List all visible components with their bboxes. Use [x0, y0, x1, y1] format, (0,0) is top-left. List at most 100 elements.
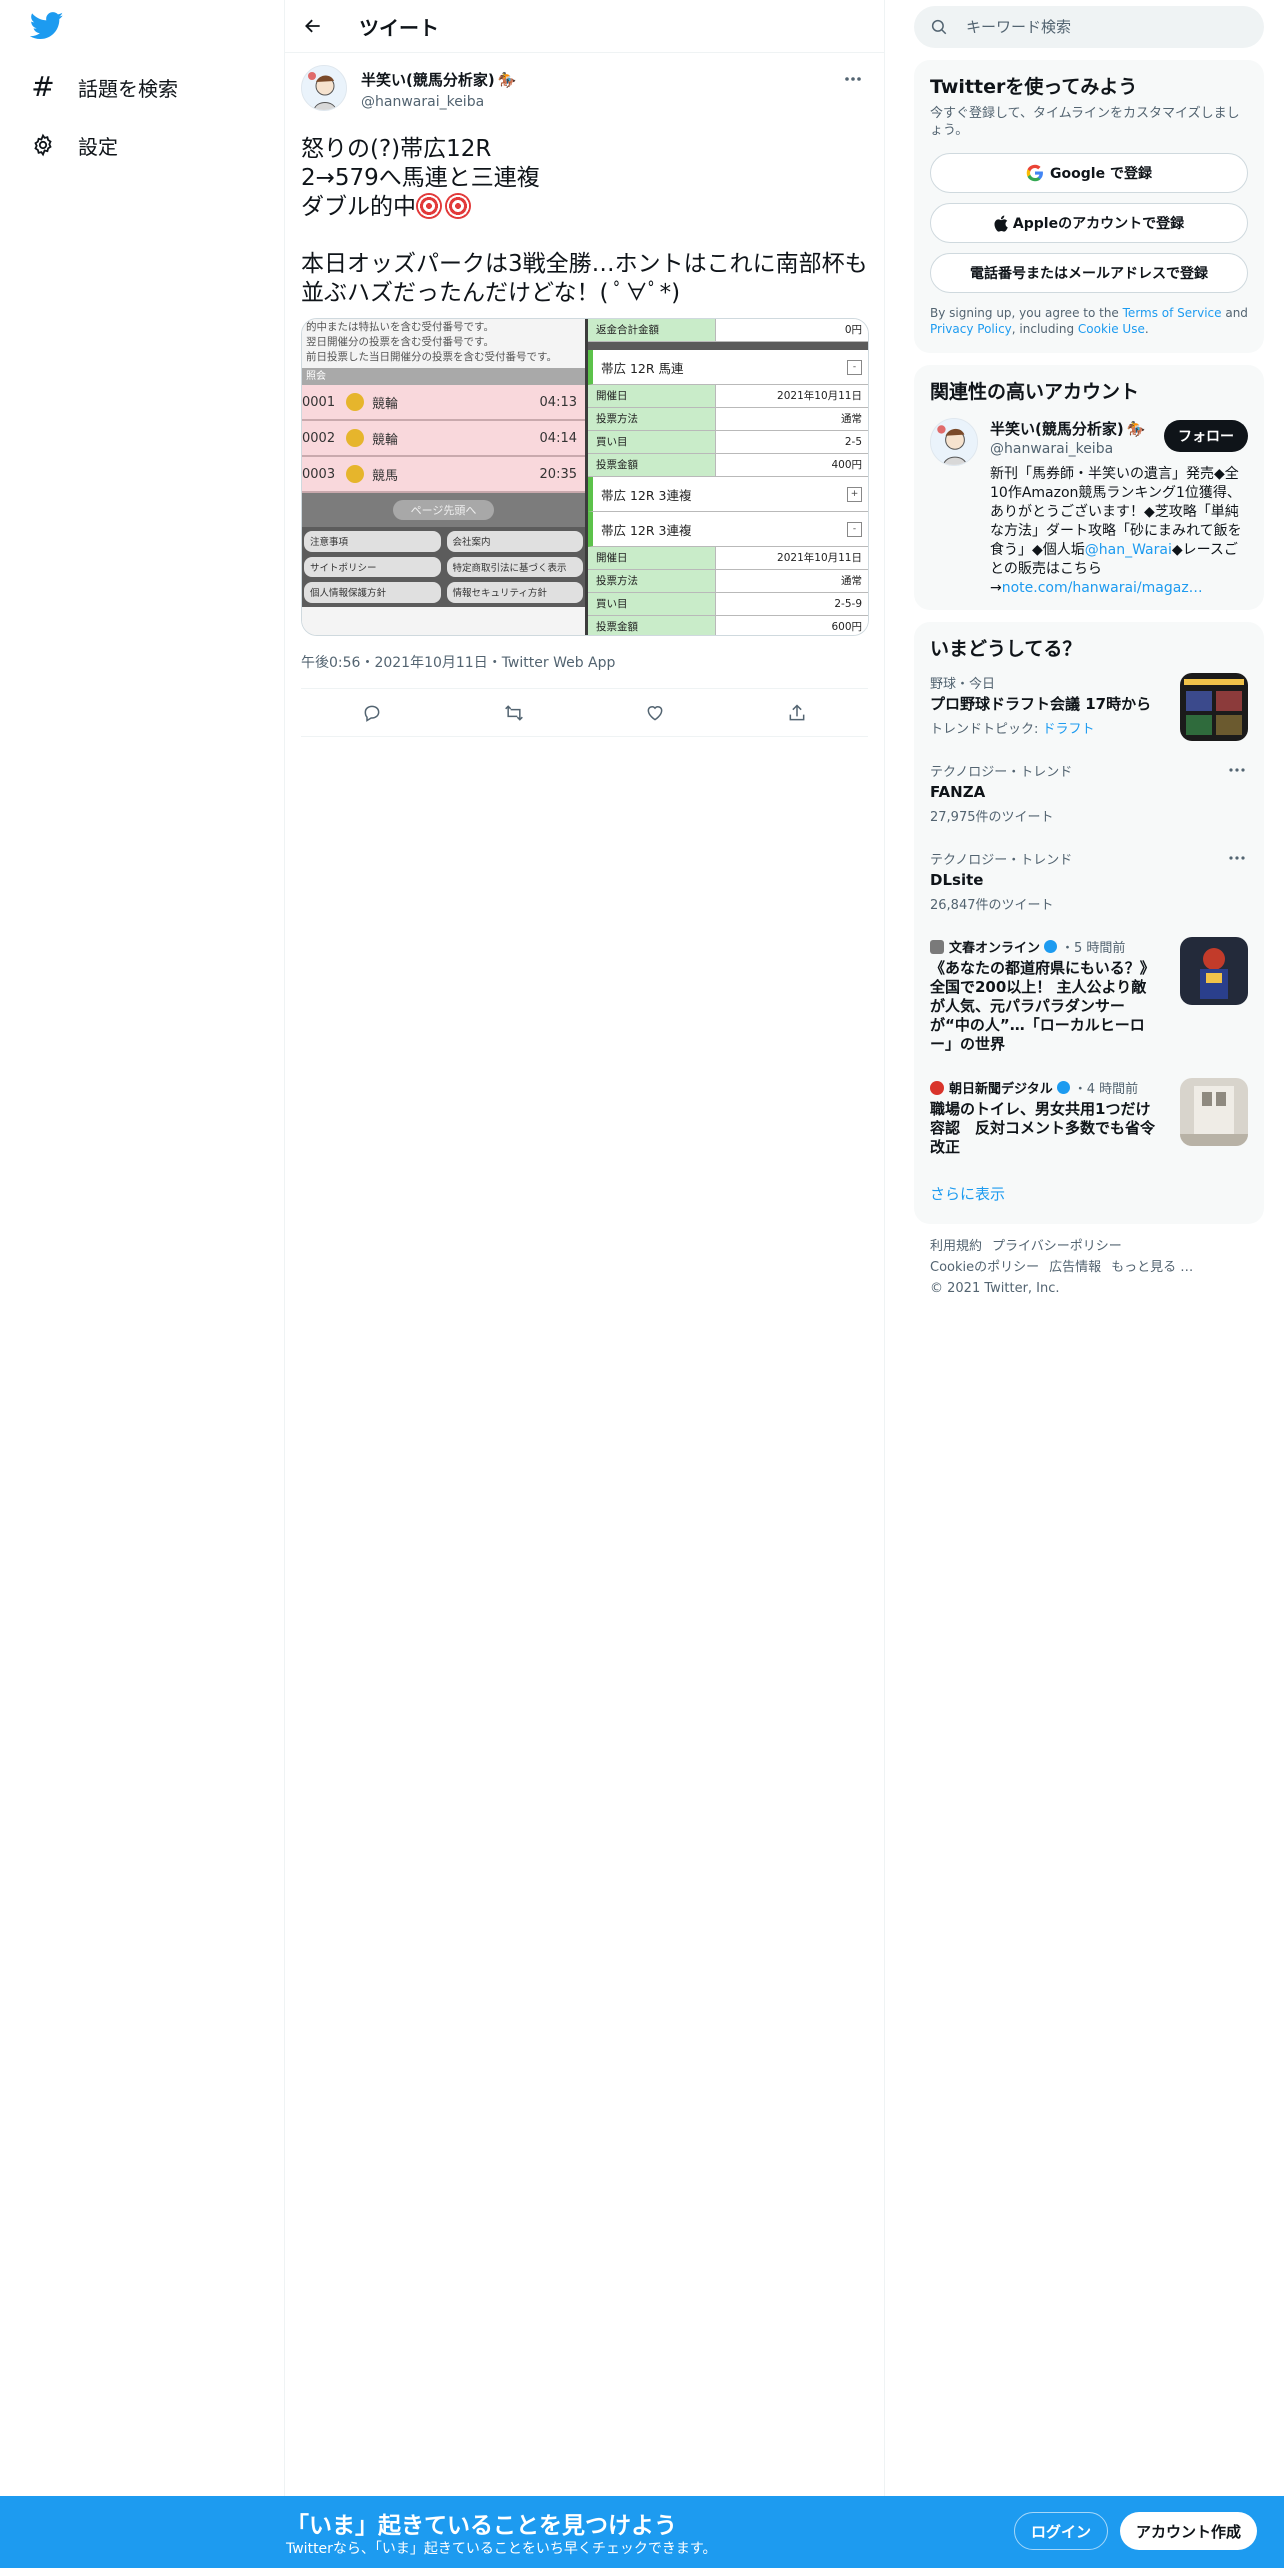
- signup-panel: Twitterを使ってみよう 今すぐ登録して、タイムラインをカスタマイズしましょ…: [914, 60, 1264, 353]
- medal-icon: [346, 465, 364, 483]
- bio-mention-link[interactable]: @han_Warai: [1085, 542, 1172, 558]
- media-block-header: 帯広 12R 馬連 -: [588, 350, 868, 385]
- media-table-row: 買い目 2-5-9: [588, 593, 868, 616]
- create-account-button[interactable]: アカウント作成: [1120, 2512, 1258, 2550]
- related-title: 関連性の高いアカウント: [930, 381, 1140, 403]
- trend-topic-link[interactable]: ドラフト: [1043, 722, 1095, 737]
- reply-button[interactable]: [354, 695, 390, 731]
- author-name[interactable]: 半笑い(競馬分析家) 🏇: [361, 69, 516, 90]
- bottom-bar-title: 「いま」起きていることを見つけよう: [286, 2513, 677, 2539]
- tweet-line: 怒りの(?)帯広12R: [301, 136, 492, 162]
- trend-item[interactable]: テクノロジー・トレンド DLsite 26,847件のツイート: [914, 837, 1264, 925]
- footer-link[interactable]: もっと見る …: [1111, 1260, 1193, 1275]
- trend-item[interactable]: 野球・今日 プロ野球ドラフト会議 17時から トレンドトピック: ドラフト: [914, 661, 1264, 749]
- nav-item-label: 設定: [78, 134, 118, 159]
- media-list-row: 0001 競輪 04:13: [302, 385, 585, 421]
- news-item[interactable]: 文春オンライン ・5 時間前 《あなたの都道府県にもいる？》全国で200以上！ 主…: [914, 925, 1264, 1066]
- signup-subtitle: 今すぐ登録して、タイムラインをカスタマイズしましょう。: [930, 106, 1240, 138]
- avatar[interactable]: [301, 65, 347, 111]
- media-table-row: 買い目 2-5: [588, 431, 868, 454]
- tweet-line: 2→579へ馬連と三連複: [301, 165, 540, 191]
- related-account[interactable]: 半笑い(競馬分析家) 🏇 @hanwarai_keiba 新刊「馬券師・半笑いの遺…: [914, 404, 1264, 598]
- media-section-bar: 照会: [302, 368, 585, 385]
- copyright: © 2021 Twitter, Inc.: [930, 1281, 1060, 1296]
- search-input[interactable]: [966, 18, 1226, 36]
- hashtag-icon: #: [31, 70, 55, 103]
- footer-link[interactable]: 利用規約: [930, 1239, 982, 1254]
- privacy-link[interactable]: Privacy Policy: [930, 322, 1012, 336]
- trend-title: FANZA: [930, 783, 986, 801]
- media-screenshot-left: 的中または特払いを含む受付番号です。 翌日開催分の投票を含む受付番号です。 前日…: [302, 319, 588, 635]
- avatar[interactable]: [930, 418, 978, 466]
- arrow-left-icon: [305, 19, 320, 33]
- search-icon: [931, 19, 947, 35]
- more-icon: [845, 77, 861, 81]
- google-signup-button[interactable]: Google で登録: [930, 153, 1248, 193]
- news-thumbnail: [1180, 937, 1248, 1005]
- nav-item-label: 話題を検索: [78, 76, 178, 101]
- like-button[interactable]: [637, 695, 673, 731]
- tweet-timestamp[interactable]: 午後0:56・2021年10月11日・Twitter Web App: [301, 652, 868, 689]
- media-list-row: 0003 競馬 20:35: [302, 457, 585, 493]
- media-table-row: 投票方法 通常: [588, 408, 868, 431]
- trend-category: テクノロジー・トレンド: [930, 765, 1073, 780]
- twitter-logo-icon[interactable]: [29, 12, 70, 46]
- more-icon[interactable]: [1226, 849, 1248, 867]
- more-options-button[interactable]: [838, 67, 868, 91]
- horse-emoji-icon: 🏇: [1126, 419, 1146, 438]
- tweet-media[interactable]: 的中または特払いを含む受付番号です。 翌日開催分の投票を含む受付番号です。 前日…: [301, 318, 869, 636]
- signup-title: Twitterを使ってみよう: [930, 76, 1138, 98]
- verified-badge-icon: [1044, 940, 1058, 953]
- nav-item-settings[interactable]: 設定: [30, 125, 118, 165]
- trends-panel: いまどうしてる？ 野球・今日 プロ野球ドラフト会議 17時から トレンドトピック…: [914, 622, 1264, 1224]
- trend-title: DLsite: [930, 871, 984, 889]
- tweet-author: 半笑い(競馬分析家) 🏇 @hanwarai_keiba: [301, 65, 868, 123]
- heart-icon: [647, 705, 663, 721]
- footer-link[interactable]: Cookieのポリシー: [930, 1260, 1039, 1275]
- media-table-row: 投票金額 400円: [588, 454, 868, 477]
- cookie-link[interactable]: Cookie Use: [1078, 322, 1145, 336]
- main-column: ツイート 半笑い(競馬分析家) 🏇 @hanwarai_keiba 怒りの(?)帯…: [285, 0, 885, 2568]
- media-note: 翌日開催分の投票を含む受付番号です。: [306, 336, 494, 348]
- media-table-row: 投票金額 600円: [588, 616, 868, 635]
- retweet-button[interactable]: [496, 695, 532, 731]
- medal-icon: [346, 429, 364, 447]
- follow-button[interactable]: フォロー: [1164, 420, 1248, 452]
- share-icon: [789, 703, 805, 720]
- media-note: 的中または特払いを含む受付番号です。: [306, 321, 494, 333]
- trend-count: 27,975件のツイート: [930, 810, 1054, 825]
- main-header: ツイート: [285, 0, 884, 53]
- search-box[interactable]: [914, 6, 1264, 48]
- news-thumbnail: [1180, 1078, 1248, 1146]
- back-button[interactable]: [295, 8, 331, 44]
- nav-item-explore[interactable]: # 話題を検索: [30, 67, 178, 107]
- signup-legal-text: By signing up, you agree to the Terms of…: [930, 306, 1248, 336]
- share-button[interactable]: [779, 695, 815, 731]
- bullseye-emoji-icon: [416, 193, 442, 219]
- media-pager: ページ先頭へ: [302, 493, 585, 527]
- media-table-row: 開催日 2021年10月11日: [588, 547, 868, 570]
- tweet-line: 本日オッズパークは3戦全勝…ホントはこれに南部杯も並ぶハズだったんだけどな！( …: [301, 251, 868, 306]
- terms-link[interactable]: Terms of Service: [1123, 306, 1222, 320]
- media-footer-links: 注意事項 会社案内 サイトポリシー 特定商取引法に基づく表示 個人情報保護方針 …: [302, 527, 585, 607]
- gear-icon: [30, 132, 56, 158]
- news-item[interactable]: 朝日新聞デジタル ・4 時間前 職場のトイレ、男女共用1つだけ容認 反対コメント多…: [914, 1066, 1264, 1169]
- trend-count: 26,847件のツイート: [930, 898, 1054, 913]
- trend-item[interactable]: テクノロジー・トレンド FANZA 27,975件のツイート: [914, 749, 1264, 837]
- tweet: 半笑い(競馬分析家) 🏇 @hanwarai_keiba 怒りの(?)帯広12R …: [285, 53, 884, 737]
- show-more-link[interactable]: さらに表示: [914, 1169, 1264, 1220]
- apple-signup-button[interactable]: Appleのアカウントで登録: [930, 203, 1248, 243]
- phone-email-signup-button[interactable]: 電話番号またはメールアドレスで登録: [930, 253, 1248, 293]
- trends-title: いまどうしてる？: [930, 638, 1082, 660]
- right-sidebar: Twitterを使ってみよう 今すぐ登録して、タイムラインをカスタマイズしましょ…: [914, 0, 1264, 1311]
- bio-url-link[interactable]: note.com/hanwarai/magaz…: [1002, 580, 1203, 596]
- horse-emoji-icon: 🏇: [497, 70, 517, 89]
- login-button[interactable]: ログイン: [1014, 2512, 1109, 2550]
- left-navigation: # 話題を検索 設定: [0, 0, 285, 2568]
- more-icon[interactable]: [1226, 761, 1248, 779]
- footer-link[interactable]: プライバシーポリシー: [992, 1239, 1122, 1254]
- media-table-row: 返金合計金額 0円: [588, 319, 868, 342]
- footer-link[interactable]: 広告情報: [1049, 1260, 1101, 1275]
- media-block-header: 帯広 12R 3連複 -: [588, 512, 868, 547]
- author-handle[interactable]: @hanwarai_keiba: [361, 94, 516, 110]
